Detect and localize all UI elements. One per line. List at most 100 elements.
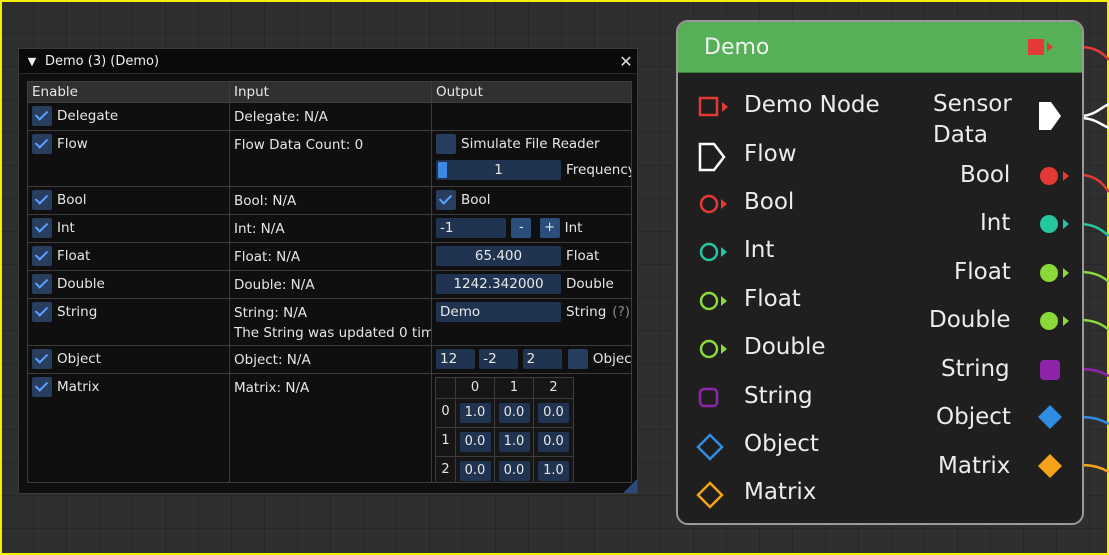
matrix-cell[interactable]: 1.0 (498, 432, 530, 452)
enable-label: Delegate (57, 108, 119, 124)
matrix-col-header: 1 (495, 378, 534, 398)
wire-matrix[interactable] (1080, 463, 1109, 474)
checkbox-label: Simulate File Reader (461, 136, 600, 152)
input-label-object: Object (744, 431, 819, 457)
checkbox-label: Bool (461, 192, 491, 208)
int-input[interactable]: -1 (436, 218, 506, 238)
float-input[interactable]: 65.400 (436, 246, 561, 266)
enable-bool-checkbox[interactable] (32, 190, 52, 210)
demo-node-input-pin-icon[interactable] (698, 96, 732, 118)
matrix-row: 1 0.0 1.0 0.0 (436, 428, 573, 457)
close-icon[interactable]: ✕ (615, 52, 637, 71)
sensor-data-output-pin-icon[interactable] (1037, 100, 1065, 132)
double-input-pin-icon[interactable] (698, 338, 732, 360)
enable-matrix-checkbox[interactable] (32, 377, 52, 397)
window-title: Demo (3) (Demo) (45, 53, 160, 69)
float-input-pin-icon[interactable] (698, 290, 732, 312)
matrix-output-pin-icon[interactable] (1036, 452, 1066, 482)
matrix-cell[interactable]: 0.0 (538, 432, 569, 452)
object-checkbox[interactable] (567, 349, 588, 369)
input-label-bool: Bool (744, 189, 795, 215)
wire-sensor-data-2[interactable] (1080, 116, 1109, 130)
matrix-cell[interactable]: 0.0 (498, 461, 530, 481)
wire-bool[interactable] (1080, 173, 1109, 193)
demo-window[interactable]: ▼ Demo (3) (Demo) ✕ Enable Input Output … (18, 48, 638, 494)
column-header-enable[interactable]: Enable (28, 82, 230, 102)
wire-object[interactable] (1080, 415, 1109, 426)
delegate-output-pin-icon[interactable] (1026, 37, 1056, 57)
matrix-cell[interactable]: 0.0 (459, 432, 491, 452)
bool-output-pin-icon[interactable] (1038, 165, 1074, 187)
collapse-triangle-icon[interactable]: ▼ (23, 55, 41, 68)
matrix-cell[interactable]: 0.0 (498, 403, 530, 423)
wire-int[interactable] (1080, 222, 1109, 237)
enable-string-checkbox[interactable] (32, 302, 52, 322)
table-row: Int Int: N/A -1 - + Int (28, 215, 631, 243)
matrix-cell[interactable]: 1.0 (538, 461, 569, 481)
enable-delegate-checkbox[interactable] (32, 106, 52, 126)
object-input-pin-icon[interactable] (696, 433, 726, 463)
node-title: Demo (704, 34, 770, 60)
double-input[interactable]: 1242.342000 (436, 274, 561, 294)
column-header-output[interactable]: Output (432, 82, 631, 102)
output-label-object: Object (936, 404, 1011, 430)
wire-float[interactable] (1080, 270, 1109, 283)
field-label: Int (564, 220, 583, 236)
enable-label: String (57, 304, 98, 320)
wire-stubs (1080, 45, 1109, 474)
input-status: Int: N/A (234, 221, 285, 237)
int-decrement-button[interactable]: - (511, 218, 532, 238)
string-input-pin-icon[interactable] (698, 387, 724, 409)
enable-object-checkbox[interactable] (32, 349, 52, 369)
input-status: Flow Data Count: 0 (234, 137, 364, 153)
input-label-flow: Flow (744, 141, 797, 167)
wire-double[interactable] (1080, 318, 1109, 331)
resize-grip-icon[interactable] (623, 479, 637, 493)
object-field-2[interactable]: 2 (522, 349, 562, 369)
enable-label: Matrix (57, 379, 100, 395)
table-row: String String: N/A The String was update… (28, 299, 631, 346)
column-header-input[interactable]: Input (230, 82, 432, 102)
bool-output-checkbox[interactable] (436, 190, 456, 210)
node-header[interactable]: Demo (678, 22, 1082, 73)
frequency-slider[interactable]: 1 (436, 160, 561, 180)
object-output-pin-icon[interactable] (1036, 403, 1066, 433)
output-label-string: String (941, 356, 1010, 382)
enable-double-checkbox[interactable] (32, 274, 52, 294)
simulate-file-reader-checkbox[interactable] (436, 134, 456, 154)
flow-input-pin-icon[interactable] (698, 142, 728, 172)
object-field-1[interactable]: -2 (479, 349, 519, 369)
matrix-cell[interactable]: 0.0 (459, 461, 491, 481)
table-row: Bool Bool: N/A Bool (28, 187, 631, 215)
matrix-input-pin-icon[interactable] (696, 481, 726, 511)
matrix-cell[interactable]: 0.0 (538, 403, 569, 423)
enable-label: Object (57, 351, 101, 367)
wire-string[interactable] (1080, 367, 1109, 378)
string-output-pin-icon[interactable] (1039, 359, 1063, 381)
wire-sensor-data[interactable] (1080, 102, 1109, 118)
input-status: Bool: N/A (234, 193, 297, 209)
object-field-0[interactable]: 12 (436, 349, 475, 369)
wire-demo-node[interactable] (1080, 45, 1109, 61)
int-input-pin-icon[interactable] (698, 241, 732, 263)
input-status: Delegate: N/A (234, 109, 328, 125)
help-marker[interactable]: (?) (612, 304, 630, 320)
matrix-row-header: 0 (436, 399, 456, 427)
matrix-cell[interactable]: 1.0 (459, 403, 491, 423)
demo-node[interactable]: Demo Demo Node Flow Bool Int Float Doubl… (676, 20, 1084, 525)
field-label: String (566, 304, 607, 320)
enable-int-checkbox[interactable] (32, 218, 52, 238)
enable-float-checkbox[interactable] (32, 246, 52, 266)
slider-grab[interactable] (438, 162, 447, 178)
int-output-pin-icon[interactable] (1038, 213, 1074, 235)
bool-input-pin-icon[interactable] (698, 193, 732, 215)
matrix-row: 0 1.0 0.0 0.0 (436, 399, 573, 428)
enable-flow-checkbox[interactable] (32, 134, 52, 154)
table-row: Object Object: N/A 12 -2 2 Object (28, 346, 631, 374)
int-increment-button[interactable]: + (539, 218, 560, 238)
window-titlebar[interactable]: ▼ Demo (3) (Demo) ✕ (19, 49, 637, 74)
float-output-pin-icon[interactable] (1038, 262, 1074, 284)
double-output-pin-icon[interactable] (1038, 310, 1074, 332)
string-input[interactable]: Demo (436, 302, 561, 322)
matrix-col-header: 2 (549, 380, 558, 395)
